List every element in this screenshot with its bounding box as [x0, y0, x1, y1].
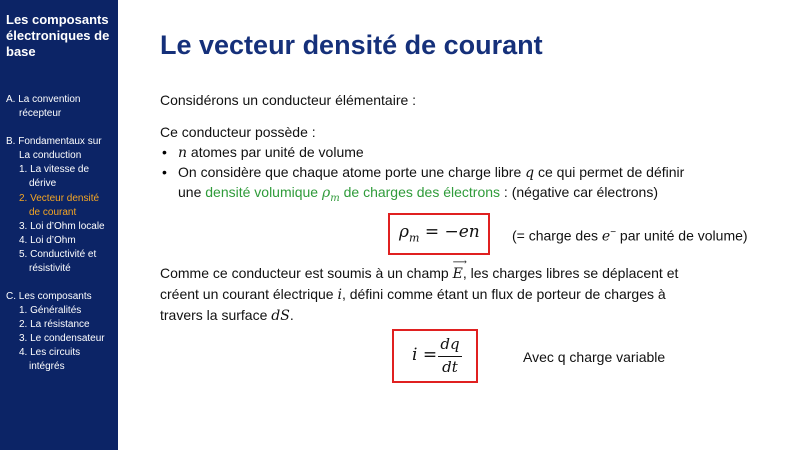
outline-item-resistance[interactable]: 2. La résistance: [19, 319, 90, 331]
bullet-marker: •: [162, 164, 167, 180]
para-text: Comme ce conducteur est soumis à un cham…: [160, 265, 453, 281]
equation-density: ρm = −en: [399, 222, 480, 244]
para-text: , défini comme étant un flux de porteur …: [341, 286, 666, 302]
outline-item-vecteur-active[interactable]: 2. Vecteur densité: [19, 193, 99, 205]
slide-title: Le vecteur densité de courant: [160, 30, 543, 60]
bullet-marker: •: [162, 144, 167, 160]
equation-current-note: Avec q charge variable: [523, 349, 666, 365]
eq-rho: ρ: [399, 222, 409, 242]
intro-text: Considérons un conducteur élémentaire :: [160, 92, 417, 108]
bullet-charge-line2: une densité volumique ρm de charges des …: [178, 184, 658, 204]
bullet-atoms: n atomes par unité de volume: [178, 144, 364, 161]
var-n: n: [178, 145, 188, 161]
sidebar-title-line: Les composants: [6, 12, 109, 27]
bullet-charge-text: On considère que chaque atome porte une …: [178, 164, 526, 180]
outline-item-conductivite[interactable]: 5. Conductivité et: [19, 249, 96, 261]
bullet-charge-line1: On considère que chaque atome porte une …: [178, 164, 684, 181]
outline-item-conductivite-cont[interactable]: résistivité: [29, 263, 71, 275]
para-line2: créent un courant électrique i, défini c…: [160, 286, 666, 303]
eq-rho-sub: m: [409, 231, 420, 245]
outline-section-c[interactable]: C. Les composants: [6, 291, 92, 303]
outline-item-loi-ohm-locale[interactable]: 3. Loi d’Ohm locale: [19, 221, 105, 233]
var-q: q: [525, 165, 535, 181]
sidebar-title: Les composants électroniques de base: [6, 12, 116, 60]
equation-density-note: (= charge des e− par unité de volume): [512, 227, 748, 245]
para-text: travers la surface: [160, 307, 272, 323]
bullet-charge-text: une: [178, 184, 206, 200]
outline-item-circuits-cont[interactable]: intégrés: [29, 361, 65, 373]
outline-item-vitesse[interactable]: 1. La vitesse de: [19, 164, 89, 176]
outline-item-circuits[interactable]: 4. Les circuits: [19, 347, 80, 359]
outline-section-a[interactable]: A. La convention: [6, 94, 81, 106]
note-text: (= charge des: [512, 227, 602, 244]
density-text: de charges des électrons: [339, 184, 501, 200]
outline-section-b[interactable]: B. Fondamentaux sur: [6, 136, 102, 148]
var-e-field: ⟶ E: [452, 257, 467, 282]
var-ds: dS: [271, 308, 290, 324]
outline-item-condensateur[interactable]: 3. Le condensateur: [19, 333, 105, 345]
equation-current-numerator: dq: [440, 335, 460, 353]
var-rho: ρ: [322, 185, 331, 201]
outline-item-vecteur-active-cont[interactable]: de courant: [29, 207, 76, 219]
outline-item-generalites[interactable]: 1. Généralités: [19, 305, 81, 317]
sidebar: Les composants électroniques de base A. …: [0, 0, 118, 450]
var-rho-sub: m: [330, 192, 340, 204]
eq-rhs: = −en: [419, 222, 480, 242]
para-line1: Comme ce conducteur est soumis à un cham…: [160, 257, 679, 282]
possede-text: Ce conducteur possède :: [160, 124, 316, 140]
para-text: créent un courant électrique: [160, 286, 338, 302]
note-text: par unité de volume): [616, 227, 748, 244]
bullet-charge-text: ce qui permet de définir: [534, 164, 685, 180]
density-text: densité volumique: [205, 184, 322, 200]
para-text: .: [289, 307, 294, 323]
density-highlight: densité volumique ρm de charges des élec…: [205, 184, 501, 204]
equation-current-lhs: i =: [412, 345, 438, 365]
outline-item-loi-ohm[interactable]: 4. Loi d’Ohm: [19, 235, 76, 247]
bullet-charge-text: : (négative car électrons): [500, 184, 659, 200]
equation-current-denominator: dt: [442, 358, 458, 376]
para-text: , les charges libres se déplacent et: [462, 265, 679, 281]
outline-section-b-cont[interactable]: La conduction: [19, 150, 81, 162]
outline-item-vitesse-cont[interactable]: dérive: [29, 178, 56, 190]
sidebar-title-line: base: [6, 44, 36, 59]
vector-arrow-icon: ⟶: [452, 257, 467, 268]
bullet-atoms-text: atomes par unité de volume: [187, 144, 364, 160]
outline-section-a-cont[interactable]: récepteur: [19, 108, 61, 120]
sidebar-title-line: électroniques de: [6, 28, 110, 43]
var-e-field-letter: E: [452, 266, 463, 282]
para-line3: travers la surface dS.: [160, 307, 294, 324]
fraction-bar: [438, 356, 462, 357]
var-e: e: [601, 228, 611, 245]
